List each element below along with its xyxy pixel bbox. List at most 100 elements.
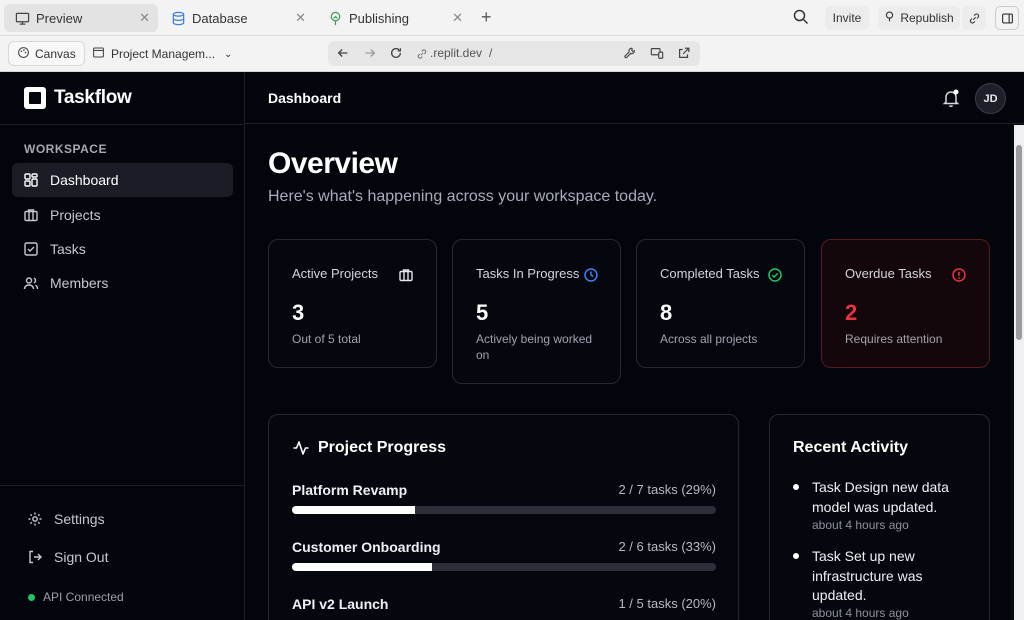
stat-note: Out of 5 total — [292, 332, 361, 346]
palette-icon — [17, 46, 30, 62]
stat-value: 2 — [845, 300, 858, 325]
stat-value: 3 — [292, 300, 305, 325]
divider — [0, 124, 245, 125]
database-icon — [170, 10, 186, 26]
project-stat: 2 / 6 tasks (33%) — [618, 539, 716, 554]
activity-icon — [292, 439, 310, 457]
briefcase-icon — [398, 267, 414, 283]
project-selector[interactable]: Project Managem... ⌄ — [92, 46, 232, 62]
clock-icon — [583, 267, 599, 283]
project-stat: 2 / 7 tasks (29%) — [618, 482, 716, 497]
activity-text: Task Design new data model was updated. — [812, 479, 949, 515]
divider — [0, 485, 245, 486]
scrollbar[interactable] — [1014, 125, 1024, 620]
tab-database[interactable]: Database ✕ — [160, 4, 314, 32]
scrollbar-thumb[interactable] — [1016, 145, 1022, 340]
address-bar-row: Canvas Project Managem... ⌄ .replit.dev … — [0, 36, 1024, 72]
bullet-icon — [793, 553, 799, 559]
canvas-button[interactable]: Canvas — [8, 41, 85, 66]
project-progress-row[interactable]: Customer Onboarding 2 / 6 tasks (33%) — [292, 539, 716, 571]
tab-preview[interactable]: Preview ✕ — [4, 4, 158, 32]
window-icon — [92, 46, 105, 62]
page-title: Overview — [268, 147, 398, 180]
close-icon[interactable]: ✕ — [452, 10, 463, 26]
external-link-icon[interactable] — [677, 46, 691, 65]
bell-icon[interactable] — [941, 88, 961, 108]
panel-title: Recent Activity — [793, 439, 908, 456]
sidebar-item-dashboard[interactable]: Dashboard — [12, 163, 233, 197]
top-bar: Dashboard JD — [245, 72, 1024, 124]
stat-value: 8 — [660, 300, 673, 325]
stat-label: Tasks In Progress — [476, 266, 580, 281]
sign-out-button[interactable]: Sign Out — [16, 540, 237, 574]
reload-icon[interactable] — [389, 46, 403, 65]
monitor-icon — [14, 10, 30, 26]
activity-time: about 4 hours ago — [812, 518, 909, 532]
sign-out-icon — [26, 548, 44, 566]
panel-title: Project Progress — [292, 439, 446, 457]
invite-button[interactable]: Invite — [825, 6, 869, 30]
settings-button[interactable]: Settings — [16, 502, 237, 536]
stat-label: Completed Tasks — [660, 266, 760, 281]
close-icon[interactable]: ✕ — [295, 10, 306, 26]
stat-label: Overdue Tasks — [845, 266, 932, 281]
tab-label: Publishing — [349, 10, 409, 26]
alert-circle-icon — [951, 267, 967, 283]
progress-fill — [292, 506, 415, 514]
stat-note: Actively being worked on — [476, 332, 593, 362]
sidebar-item-members[interactable]: Members — [12, 266, 233, 300]
sidebar-item-label: Projects — [50, 207, 101, 223]
browser-tab-bar: Preview ✕ Database ✕ Publishing ✕ + Invi… — [0, 0, 1024, 36]
brand-logo[interactable]: Taskflow — [24, 86, 132, 110]
page-subtitle: Here's what's happening across your work… — [268, 188, 658, 205]
avatar[interactable]: JD — [975, 83, 1006, 114]
sidebar: Taskflow WORKSPACE Dashboard Projects Ta… — [0, 72, 245, 620]
check-circle-icon — [767, 267, 783, 283]
chevron-down-icon: ⌄ — [224, 48, 233, 60]
users-icon — [22, 274, 40, 292]
close-icon[interactable]: ✕ — [139, 10, 150, 26]
tab-publishing[interactable]: Publishing ✕ — [317, 4, 471, 32]
publish-icon — [327, 10, 343, 26]
project-progress-row[interactable]: Platform Revamp 2 / 7 tasks (29%) — [292, 482, 716, 514]
project-progress-row[interactable]: API v2 Launch 1 / 5 tasks (20%) — [292, 596, 716, 612]
wrench-icon[interactable] — [623, 46, 637, 65]
search-icon[interactable] — [792, 8, 810, 31]
republish-button[interactable]: Republish — [878, 6, 960, 30]
progress-track — [292, 506, 716, 514]
section-label: WORKSPACE — [24, 142, 107, 156]
stat-card-overdue-tasks[interactable]: Overdue Tasks 2 Requires attention — [821, 239, 990, 368]
status-dot-icon — [28, 593, 35, 601]
stat-card-completed-tasks[interactable]: Completed Tasks 8 Across all projects — [636, 239, 805, 368]
stat-value: 5 — [476, 300, 489, 325]
stat-note: Across all projects — [660, 332, 758, 346]
api-status-label: API Connected — [43, 590, 124, 604]
stat-note: Requires attention — [845, 332, 943, 346]
stat-card-tasks-in-progress[interactable]: Tasks In Progress 5 Actively being worke… — [452, 239, 621, 384]
sidebar-item-tasks[interactable]: Tasks — [12, 232, 233, 266]
back-icon[interactable] — [336, 46, 350, 65]
activity-text: Task Set up new infrastructure was updat… — [812, 548, 923, 603]
project-progress-panel: Project Progress Platform Revamp 2 / 7 t… — [268, 414, 739, 620]
activity-time: about 4 hours ago — [812, 606, 909, 620]
sidebar-toggle-icon[interactable] — [995, 6, 1019, 30]
new-tab-icon[interactable]: + — [481, 7, 492, 28]
tab-label: Preview — [36, 10, 83, 26]
forward-icon[interactable] — [363, 46, 377, 65]
devices-icon[interactable] — [650, 46, 664, 65]
dashboard-icon — [22, 171, 40, 189]
url-bar[interactable]: .replit.dev / — [328, 41, 700, 66]
gear-icon — [26, 510, 44, 528]
main-content: Overview Here's what's happening across … — [245, 125, 1014, 620]
sidebar-item-label: Members — [50, 275, 109, 291]
sidebar-item-projects[interactable]: Projects — [12, 198, 233, 232]
progress-track — [292, 563, 716, 571]
link-icon[interactable] — [962, 6, 986, 30]
checkbox-icon — [22, 240, 40, 258]
settings-label: Settings — [54, 511, 105, 527]
url-path: / — [489, 46, 493, 60]
stat-card-active-projects[interactable]: Active Projects 3 Out of 5 total — [268, 239, 437, 368]
recent-activity-panel: Recent Activity Task Design new data mod… — [769, 414, 990, 620]
progress-fill — [292, 563, 432, 571]
sidebar-item-label: Dashboard — [50, 172, 119, 188]
